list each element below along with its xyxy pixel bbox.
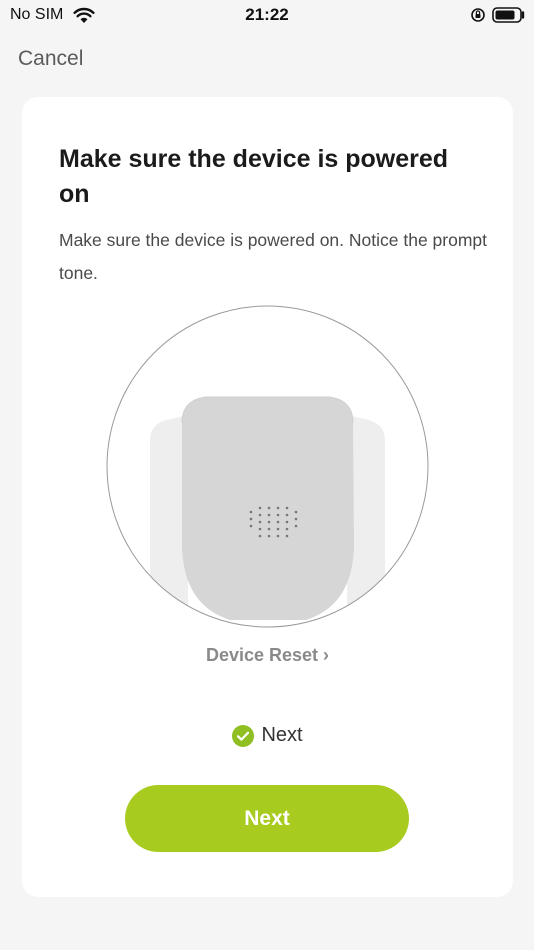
device-body [150, 396, 385, 627]
device-reset-label: Device Reset [205, 645, 319, 665]
page-title: Make sure the device is powered on [59, 145, 449, 208]
next-button[interactable]: Next [125, 785, 409, 852]
device-reset-link[interactable]: Device Reset › [22, 645, 513, 666]
clock-time: 21:22 [245, 5, 289, 24]
chevron-right-icon: › [323, 645, 330, 665]
status-bar: No SIM 21:22 [0, 0, 534, 32]
confirm-label: Next [261, 724, 303, 746]
orientation-lock-icon [471, 8, 485, 22]
page-description: Make sure the device is powered on. Noti… [59, 230, 487, 283]
battery-icon [492, 7, 525, 23]
cancel-button[interactable]: Cancel [18, 47, 83, 71]
setup-card: Make sure the device is powered on Make … [22, 97, 513, 897]
device-illustration [106, 305, 429, 628]
check-circle-icon[interactable] [232, 724, 255, 747]
confirm-checkbox-row[interactable]: Next [22, 724, 513, 747]
